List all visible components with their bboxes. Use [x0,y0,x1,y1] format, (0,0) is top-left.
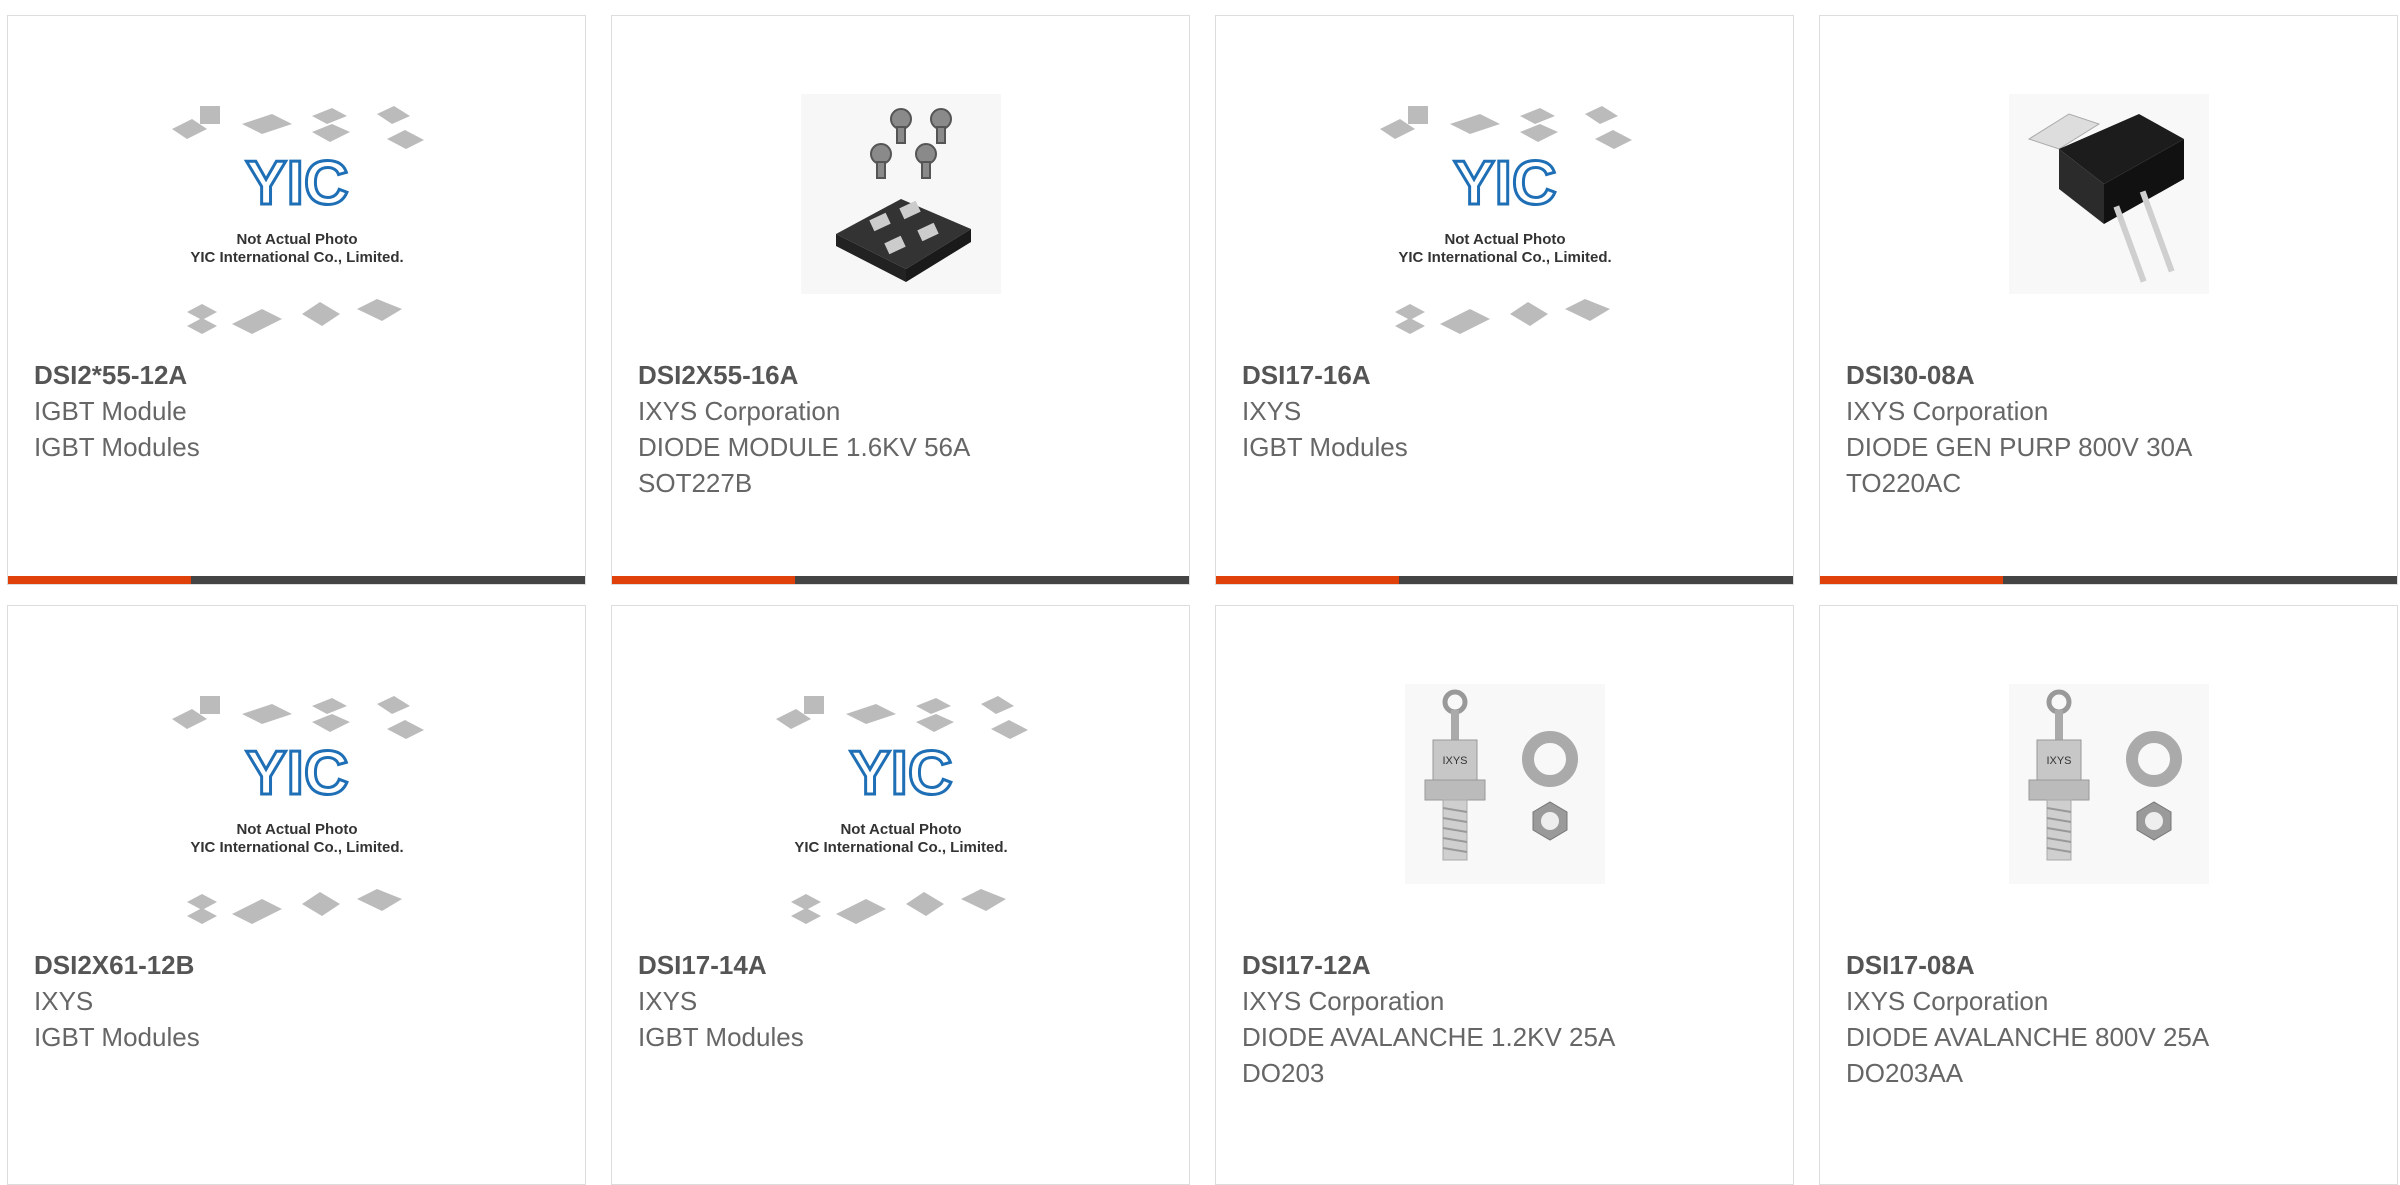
svg-text:Not Actual Photo: Not Actual Photo [840,821,961,838]
card-bottom-bar [8,576,585,584]
yic-placeholder-image: YIC Not Actual Photo YIC International C… [1379,106,1632,334]
svg-text:YIC: YIC [245,739,348,808]
package: DO203 [1242,1058,1325,1088]
product-image[interactable]: IXYS [1216,606,1793,946]
description: DIODE AVALANCHE 1.2KV 25A [1242,1022,1616,1052]
yic-placeholder-image: YIC Not Actual Photo YIC International C… [171,696,424,924]
manufacturer: IXYS Corporation [1846,396,2049,426]
product-image[interactable]: IXYS [1820,606,2397,946]
manufacturer: IXYS [34,986,94,1016]
description: IGBT Modules [1242,432,1408,462]
part-number[interactable]: DSI17-16A [1242,357,1773,393]
description: DIODE AVALANCHE 800V 25A [1846,1022,2210,1052]
product-info: DSI2X61-12B IXYS IGBT Modules [34,947,565,1055]
description: IGBT Modules [34,1022,200,1052]
svg-text:YIC International Co., Limited: YIC International Co., Limited. [1398,249,1611,266]
product-image[interactable]: YIC Not Actual Photo YIC International C… [1216,16,1793,356]
svg-text:YIC: YIC [849,739,952,808]
product-card[interactable]: YIC Not Actual Photo YIC International C… [1215,15,1794,585]
part-number[interactable]: DSI2X61-12B [34,947,565,983]
product-info: DSI30-08A IXYS Corporation DIODE GEN PUR… [1846,357,2377,501]
product-info: DSI2*55-12A IGBT Module IGBT Modules [34,357,565,465]
do203-stud-image: IXYS [1404,684,1605,884]
package: DO203AA [1846,1058,1964,1088]
svg-text:YIC International Co., Limited: YIC International Co., Limited. [794,839,1007,856]
product-card[interactable]: IXYS DSI17-08A IXYS Corporation DIODE AV… [1819,605,2398,1185]
card-bottom-bar [1820,576,2397,584]
product-card[interactable]: DSI2X55-16A IXYS Corporation DIODE MODUL… [611,15,1190,585]
product-image[interactable]: YIC Not Actual Photo YIC International C… [8,606,585,946]
svg-text:IXYS: IXYS [1442,755,1467,767]
product-card[interactable]: YIC Not Actual Photo YIC International C… [7,605,586,1185]
product-grid: YIC Not Actual Photo YIC International C… [0,0,2400,1185]
part-number[interactable]: DSI2X55-16A [638,357,1169,393]
svg-text:Not Actual Photo: Not Actual Photo [1444,231,1565,248]
part-number[interactable]: DSI2*55-12A [34,357,565,393]
description: DIODE MODULE 1.6KV 56A [638,432,971,462]
do203-stud-image: IXYS [2008,684,2209,884]
manufacturer: IXYS [1242,396,1302,426]
part-number[interactable]: DSI17-08A [1846,947,2377,983]
package: SOT227B [638,468,753,498]
part-number[interactable]: DSI17-14A [638,947,1169,983]
yic-placeholder-image: YIC Not Actual Photo YIC International C… [171,106,424,334]
product-info: DSI2X55-16A IXYS Corporation DIODE MODUL… [638,357,1169,501]
card-accent-bar [612,576,795,584]
product-image[interactable]: YIC Not Actual Photo YIC International C… [8,16,585,356]
card-bottom-bar [612,576,1189,584]
to220-package-image [2008,94,2209,294]
description: IGBT Modules [34,432,200,462]
card-accent-bar [1820,576,2003,584]
product-info: DSI17-16A IXYS IGBT Modules [1242,357,1773,465]
yic-placeholder-image: YIC Not Actual Photo YIC International C… [775,696,1028,924]
product-info: DSI17-12A IXYS Corporation DIODE AVALANC… [1242,947,1773,1091]
card-bottom-bar [1216,576,1793,584]
manufacturer: IGBT Module [34,396,187,426]
product-card[interactable]: DSI30-08A IXYS Corporation DIODE GEN PUR… [1819,15,2398,585]
product-card[interactable]: YIC Not Actual Photo YIC International C… [611,605,1190,1185]
svg-text:YIC: YIC [245,149,348,218]
part-number[interactable]: DSI30-08A [1846,357,2377,393]
description: IGBT Modules [638,1022,804,1052]
manufacturer: IXYS Corporation [1846,986,2049,1016]
card-accent-bar [8,576,191,584]
sot227-module-image [800,94,1001,294]
description: DIODE GEN PURP 800V 30A [1846,432,2193,462]
svg-text:YIC International Co., Limited: YIC International Co., Limited. [190,249,403,266]
product-info: DSI17-14A IXYS IGBT Modules [638,947,1169,1055]
svg-text:YIC: YIC [1453,149,1556,218]
svg-text:IXYS: IXYS [2046,755,2071,767]
product-image[interactable]: YIC Not Actual Photo YIC International C… [612,606,1189,946]
svg-text:YIC International Co., Limited: YIC International Co., Limited. [190,839,403,856]
manufacturer: IXYS Corporation [1242,986,1445,1016]
manufacturer: IXYS [638,986,698,1016]
part-number[interactable]: DSI17-12A [1242,947,1773,983]
product-card[interactable]: IXYS DSI17-12A IXYS Corporation DIODE AV… [1215,605,1794,1185]
card-accent-bar [1216,576,1399,584]
manufacturer: IXYS Corporation [638,396,841,426]
svg-text:Not Actual Photo: Not Actual Photo [236,231,357,248]
product-image[interactable] [1820,16,2397,356]
product-card[interactable]: YIC Not Actual Photo YIC International C… [7,15,586,585]
svg-text:Not Actual Photo: Not Actual Photo [236,821,357,838]
product-image[interactable] [612,16,1189,356]
package: TO220AC [1846,468,1962,498]
product-info: DSI17-08A IXYS Corporation DIODE AVALANC… [1846,947,2377,1091]
